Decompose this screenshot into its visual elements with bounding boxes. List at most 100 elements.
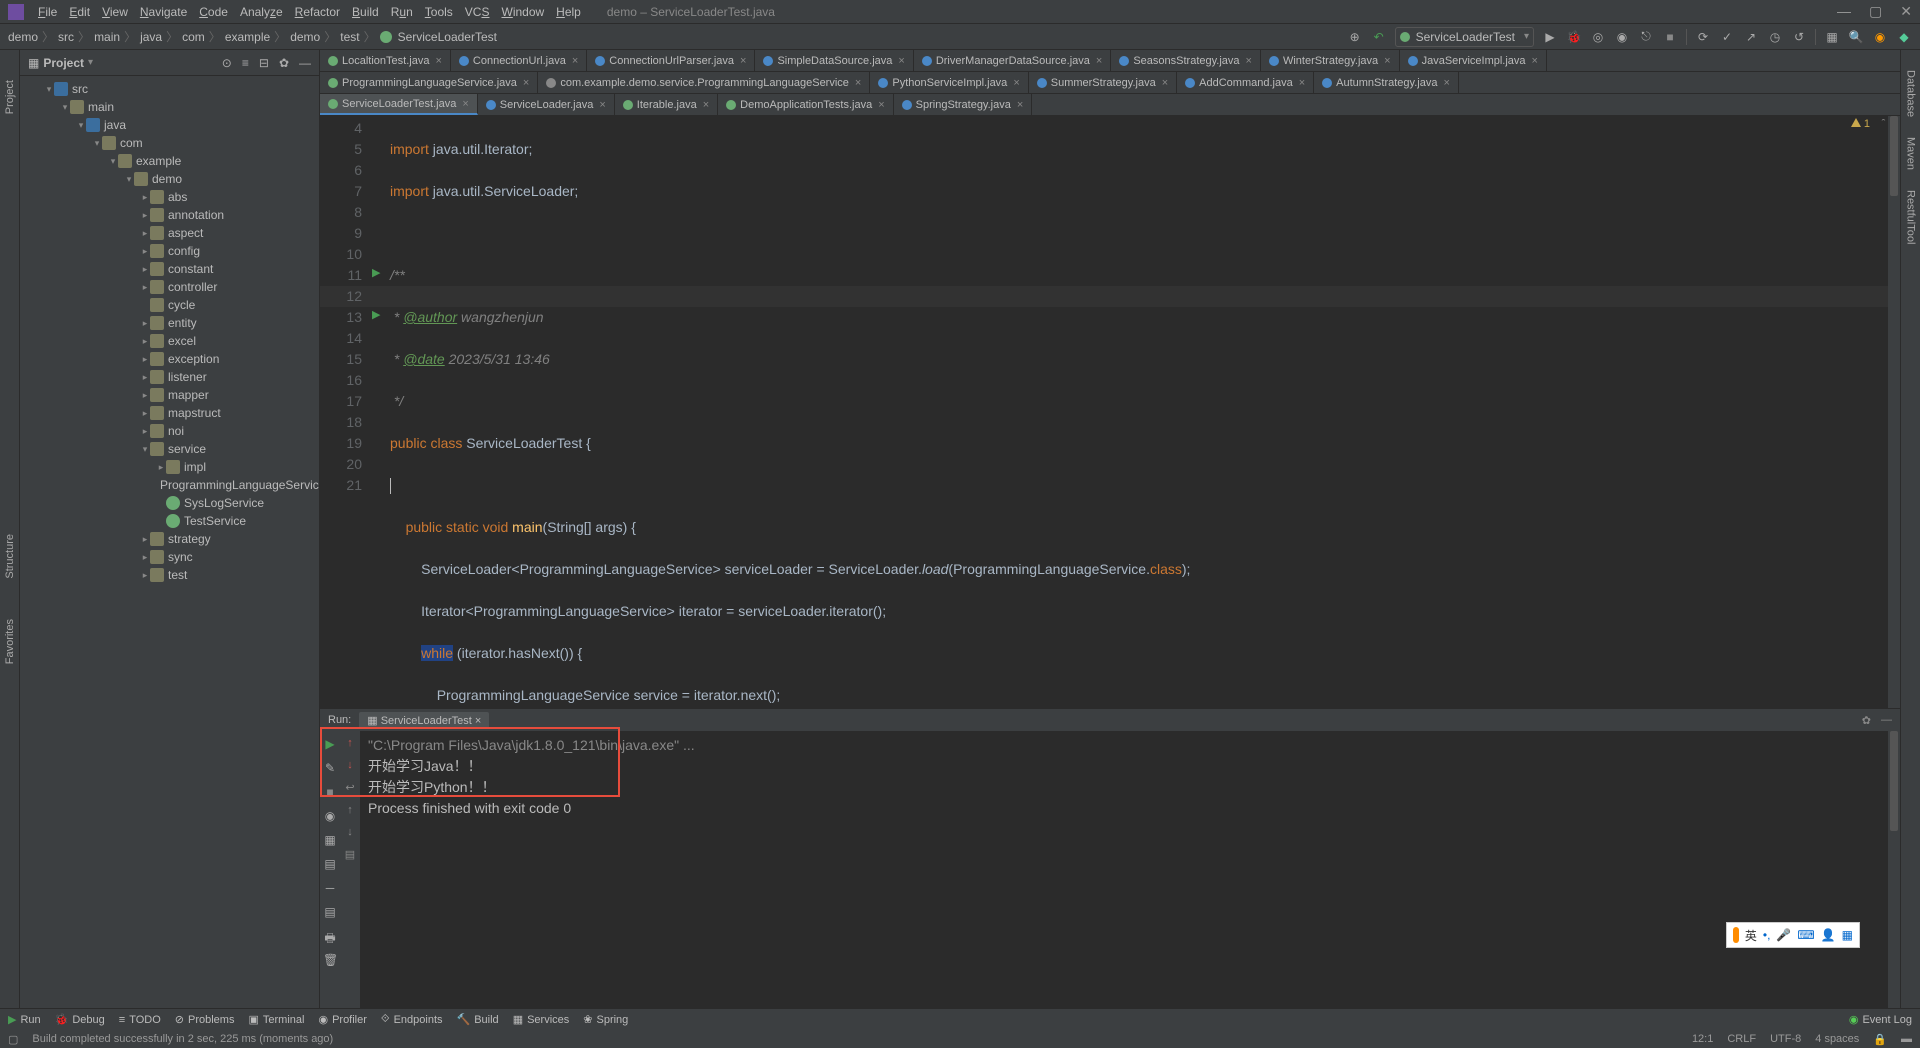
menu-code[interactable]: Code [193, 5, 234, 19]
editor-tab[interactable]: LocaltionTest.java× [320, 50, 451, 71]
tree-node[interactable]: ▸strategy [20, 530, 319, 548]
bottom-eventlog[interactable]: ◉ Event Log [1849, 1013, 1912, 1026]
layout-icon[interactable]: ▦ [323, 833, 337, 847]
vcs-update-icon[interactable]: ⟳ [1695, 29, 1711, 45]
tree-node[interactable]: ▸listener [20, 368, 319, 386]
bc-test[interactable]: test [340, 30, 359, 44]
ime-lang[interactable]: 英 [1745, 927, 1757, 944]
tree-node[interactable]: ▸test [20, 566, 319, 584]
avatar-icon[interactable]: ◆ [1896, 29, 1912, 45]
minimize-icon[interactable]: — [1837, 3, 1851, 20]
run-gutter-icon[interactable]: ▶ [372, 308, 380, 321]
run-icon[interactable]: ▶ [1542, 29, 1558, 45]
tree-node[interactable]: cycle [20, 296, 319, 314]
status-mem-icon[interactable]: ▬ [1901, 1033, 1912, 1046]
editor-tab[interactable]: SeasonsStrategy.java× [1111, 50, 1261, 71]
tree-node[interactable]: ▸mapper [20, 386, 319, 404]
tree-node[interactable]: ▸impl [20, 458, 319, 476]
status-pos[interactable]: 12:1 [1692, 1033, 1713, 1046]
export-icon[interactable]: ▤ [323, 905, 337, 919]
editor-scrollbar[interactable] [1888, 116, 1900, 708]
menu-vcs[interactable]: VCS [459, 5, 496, 19]
ime-punct-icon[interactable]: •, [1763, 928, 1771, 942]
tree-node[interactable]: TestService [20, 512, 319, 530]
sidebar-restfultool[interactable]: RestfulTool [1905, 190, 1917, 244]
status-crlf[interactable]: CRLF [1727, 1033, 1756, 1046]
expand-all-icon[interactable]: ≡ [242, 56, 249, 70]
up-icon[interactable]: ↑ [347, 737, 353, 749]
run-config-dropdown[interactable]: ServiceLoaderTest [1395, 27, 1534, 47]
pin-icon[interactable]: ▤ [323, 857, 337, 871]
vcs-commit-icon[interactable]: ✓ [1719, 29, 1735, 45]
editor-tab[interactable]: SimpleDataSource.java× [755, 50, 913, 71]
rerun-icon[interactable]: ▶ [323, 737, 337, 751]
ime-keyboard-icon[interactable]: ⌨ [1797, 928, 1814, 942]
bottom-profiler[interactable]: ◉ Profiler [318, 1013, 366, 1026]
bc-main[interactable]: main [94, 30, 120, 44]
bottom-endpoints[interactable]: ⟐ Endpoints [381, 1013, 443, 1026]
editor-tab[interactable]: SpringStrategy.java× [894, 94, 1033, 115]
down-icon[interactable]: ↓ [347, 759, 353, 771]
bottom-spring[interactable]: ❀ Spring [583, 1013, 628, 1026]
editor-tab[interactable]: SummerStrategy.java× [1029, 72, 1177, 93]
bc-demo[interactable]: demo [8, 30, 38, 44]
bc-demo2[interactable]: demo [290, 30, 320, 44]
close-icon[interactable]: ✕ [1900, 3, 1912, 20]
tree-node[interactable]: ▸excel [20, 332, 319, 350]
tree-node[interactable]: ▸constant [20, 260, 319, 278]
ime-user-icon[interactable]: 👤 [1821, 928, 1836, 942]
tree-node[interactable]: ▾src [20, 80, 319, 98]
editor-tab[interactable]: ConnectionUrl.java× [451, 50, 587, 71]
editor-tab[interactable]: AutumnStrategy.java× [1314, 72, 1459, 93]
run-gutter-icon[interactable]: ▶ [372, 266, 380, 279]
vcs-history-icon[interactable]: ◷ [1767, 29, 1783, 45]
editor-tab[interactable]: ProgrammingLanguageService.java× [320, 72, 538, 93]
editor-tab[interactable]: Iterable.java× [615, 94, 718, 115]
sidebar-database[interactable]: Database [1905, 70, 1917, 117]
hide-icon[interactable]: — [299, 56, 311, 70]
sidebar-maven[interactable]: Maven [1905, 137, 1917, 170]
console-scrollbar[interactable] [1888, 731, 1900, 1008]
ime-grid-icon[interactable]: ▦ [1842, 928, 1853, 942]
attach-icon[interactable]: ⎋ [1638, 29, 1654, 45]
settings-icon[interactable]: ✿ [279, 56, 289, 70]
menu-view[interactable]: View [96, 5, 134, 19]
back-icon[interactable]: ↶ [1371, 29, 1387, 45]
code-editor[interactable]: 1 ˆ ˇ 456789101112131415161718192021 ▶ ▶… [320, 116, 1900, 708]
stop-run-icon[interactable]: ■ [323, 785, 337, 799]
menu-file[interactable]: File [32, 5, 63, 19]
tree-node[interactable]: ▸mapstruct [20, 404, 319, 422]
editor-tab[interactable]: ConnectionUrlParser.java× [587, 50, 755, 71]
tree-node[interactable]: ▾example [20, 152, 319, 170]
tree-node[interactable]: ProgrammingLanguageService [20, 476, 319, 494]
scroll-end-icon[interactable]: ↓ [347, 826, 353, 838]
editor-tab[interactable]: ServiceLoaderTest.java× [320, 94, 478, 115]
tree-node[interactable]: ▸controller [20, 278, 319, 296]
console-output[interactable]: "C:\Program Files\Java\jdk1.8.0_121\bin\… [360, 731, 1900, 1008]
tree-node[interactable]: ▾com [20, 134, 319, 152]
tree-node[interactable]: ▸noi [20, 422, 319, 440]
debug-icon[interactable]: 🐞 [1566, 29, 1582, 45]
menu-run[interactable]: Run [385, 5, 419, 19]
wrap-icon[interactable]: ↩ [345, 781, 354, 794]
editor-tab[interactable]: AddCommand.java× [1177, 72, 1314, 93]
bottom-build[interactable]: 🔨 Build [457, 1013, 499, 1026]
search-icon[interactable]: 🔍 [1848, 29, 1864, 45]
tree-node[interactable]: ▸config [20, 242, 319, 260]
bc-com[interactable]: com [182, 30, 205, 44]
status-lock-icon[interactable]: 🔒 [1873, 1033, 1887, 1046]
ime-mic-icon[interactable]: 🎤 [1776, 928, 1791, 942]
editor-tab[interactable]: DemoApplicationTests.java× [718, 94, 894, 115]
editor-tab[interactable]: WinterStrategy.java× [1261, 50, 1400, 71]
bc-java[interactable]: java [140, 30, 162, 44]
editor-tab[interactable]: JavaServiceImpl.java× [1400, 50, 1547, 71]
tree-node[interactable]: ▸sync [20, 548, 319, 566]
editor-tab[interactable]: ServiceLoader.java× [478, 94, 615, 115]
sidebar-project[interactable]: Project [4, 80, 16, 114]
delete-icon[interactable]: 🗑 [323, 953, 337, 967]
run-settings-icon[interactable]: ✿ [1862, 714, 1871, 727]
dump-icon[interactable]: ◉ [323, 809, 337, 823]
status-indent[interactable]: 4 spaces [1815, 1033, 1859, 1046]
tree-node[interactable]: ▾demo [20, 170, 319, 188]
menu-tools[interactable]: Tools [419, 5, 459, 19]
